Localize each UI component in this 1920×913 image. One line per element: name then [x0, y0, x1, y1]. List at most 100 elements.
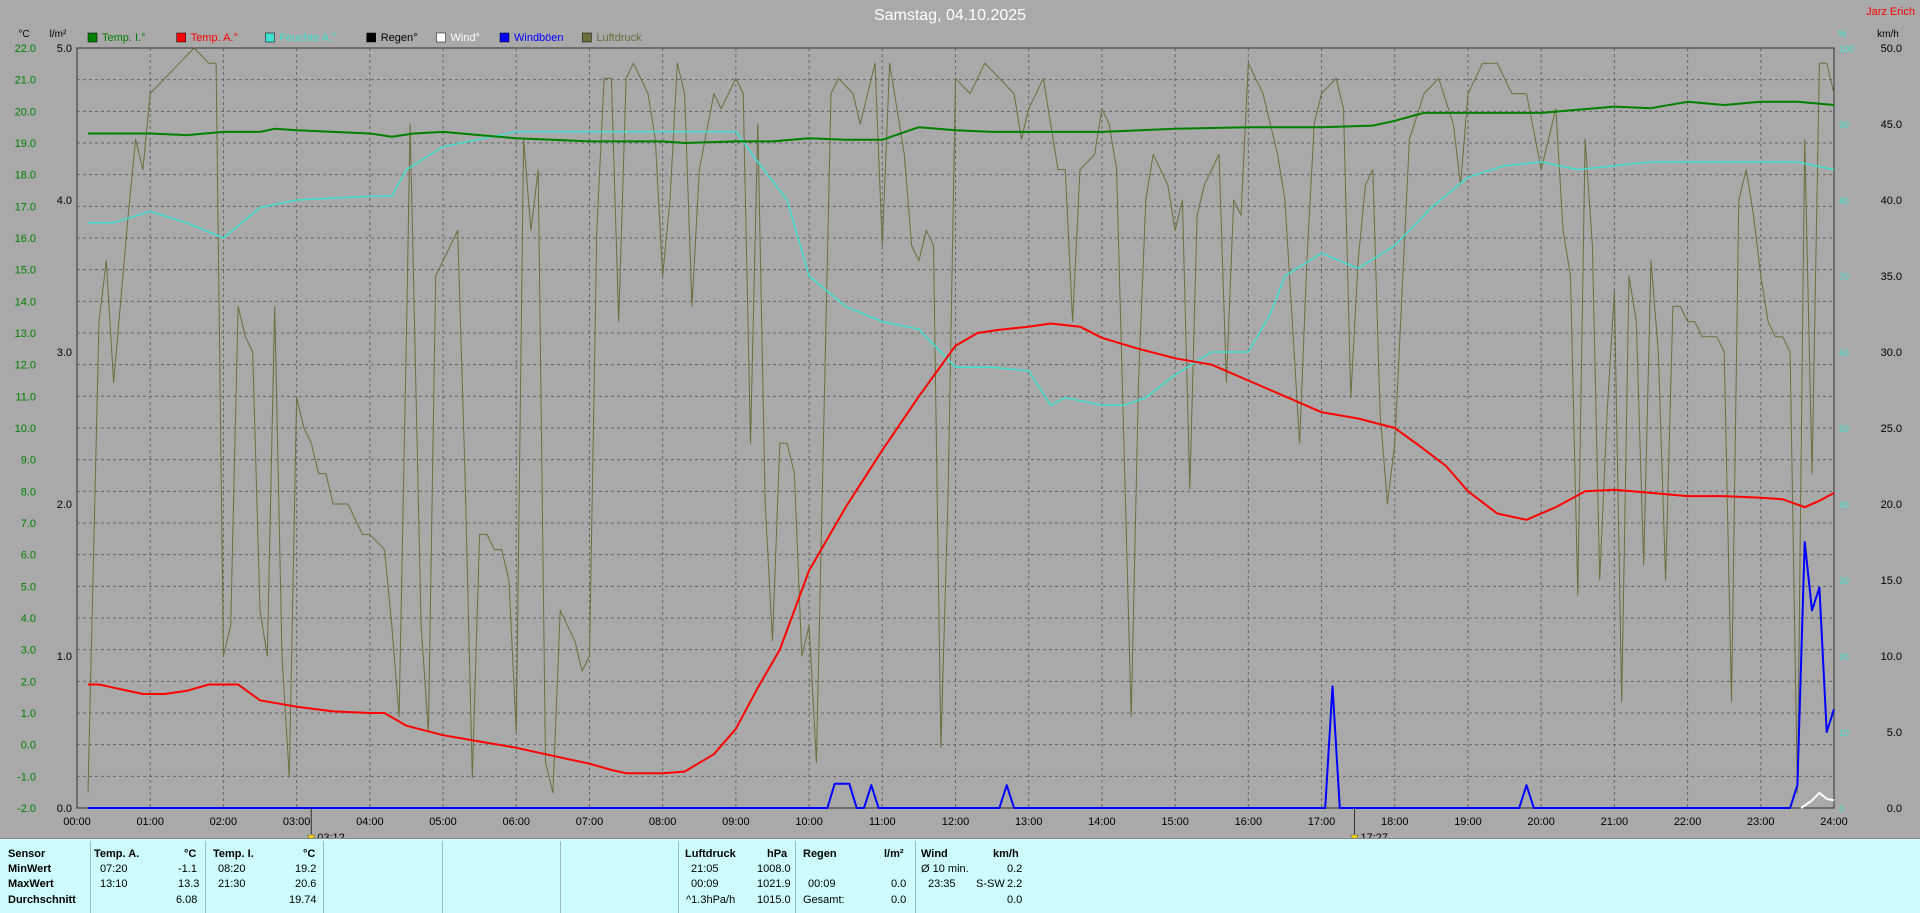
- wind-unit-label: km/h: [1877, 29, 1899, 40]
- pressure-min: 1008.0: [757, 863, 791, 875]
- legend-label: Feuchte A.°: [279, 32, 336, 44]
- x-tick-label: 23:00: [1747, 816, 1775, 828]
- rain-tick-label: 3.0: [57, 347, 72, 359]
- rain-max: 0.0: [891, 878, 907, 890]
- pressure-unit: hPa: [767, 848, 788, 860]
- x-tick-label: 10:00: [795, 816, 823, 828]
- temp-tick-label: 4.0: [21, 613, 36, 625]
- humidity-tick-label: 20: [1839, 652, 1849, 662]
- humidity-tick-label: 60: [1839, 348, 1849, 358]
- temp-tick-label: 19.0: [15, 138, 36, 150]
- divider: [560, 841, 561, 913]
- temp-i-avg: 19.74: [289, 894, 317, 906]
- temp-a-avg: 6.08: [176, 894, 198, 906]
- temp-i-max: 20.6: [295, 878, 317, 890]
- wind-last: 0.0: [1007, 894, 1023, 906]
- x-tick-label: 15:00: [1161, 816, 1189, 828]
- humidity-tick-label: 10: [1839, 728, 1849, 738]
- divider: [795, 841, 796, 913]
- temp-tick-label: 21.0: [15, 75, 36, 87]
- x-tick-label: 20:00: [1527, 816, 1555, 828]
- legend-label: Wind°: [451, 32, 480, 44]
- legend-swatch: [436, 32, 446, 43]
- x-tick-label: 08:00: [649, 816, 677, 828]
- x-tick-label: 01:00: [136, 816, 164, 828]
- x-tick-label: 19:00: [1454, 816, 1482, 828]
- x-tick-label: 06:00: [502, 816, 530, 828]
- temp-tick-label: 2.0: [21, 676, 36, 688]
- author-label: Jarz Erich: [1866, 6, 1915, 18]
- temp-tick-label: 8.0: [21, 486, 36, 498]
- temp-i-max-time: 21:30: [218, 878, 246, 890]
- x-tick-label: 24:00: [1820, 816, 1848, 828]
- humidity-tick-label: 30: [1839, 576, 1849, 586]
- wind-tick-label: 35.0: [1881, 271, 1902, 283]
- legend-label: Temp. I.°: [102, 32, 146, 44]
- temp-a-max: 13.3: [178, 878, 200, 890]
- avg-label: Durchschnitt: [8, 894, 76, 906]
- temp-tick-label: 7.0: [21, 518, 36, 530]
- temp-tick-label: -2.0: [17, 803, 36, 815]
- sensor-label: Sensor: [8, 848, 46, 860]
- x-tick-label: 11:00: [869, 816, 896, 828]
- chart-title: Samstag, 04.10.2025: [874, 7, 1026, 24]
- temp-tick-label: 11.0: [15, 391, 36, 403]
- rain-total-label: Gesamt:: [803, 894, 845, 906]
- wind-max-time: 23:35: [928, 878, 956, 890]
- temp-tick-label: 3.0: [21, 645, 36, 657]
- wind-avg-label: Ø 10 min.: [921, 863, 969, 875]
- humidity-unit-label: %: [1838, 29, 1847, 40]
- temp-tick-label: 13.0: [15, 328, 36, 340]
- temp-a-unit: °C: [184, 848, 197, 860]
- rain-tick-label: 1.0: [57, 651, 72, 663]
- wind-unit: km/h: [993, 848, 1019, 860]
- stats-table: Sensor MinWert MaxWert Durchschnitt Temp…: [0, 838, 1920, 913]
- x-tick-label: 05:00: [429, 816, 457, 828]
- chart: 00:00 01:00 02:00 03:00 04:00 05:00 06:00 07:00…: [15, 6, 1915, 838]
- rain-tick-label: 4.0: [57, 195, 72, 207]
- legend-label: Luftdruck: [596, 32, 642, 44]
- temp-tick-label: 0.0: [21, 740, 36, 752]
- pressure-trend: ^1.3hPa/h: [686, 894, 736, 906]
- wind-tick-label: 45.0: [1881, 119, 1902, 131]
- temp-tick-label: 20.0: [15, 106, 36, 118]
- rain-max-time: 00:09: [808, 878, 836, 890]
- legend-swatch: [176, 32, 186, 43]
- legend-label: Windböen: [514, 32, 564, 44]
- pressure-avg: 1015.0: [757, 894, 791, 906]
- temp-tick-label: 16.0: [15, 233, 36, 245]
- wind-tick-label: 25.0: [1881, 423, 1902, 435]
- divider: [678, 841, 679, 913]
- rain-unit: l/m²: [884, 848, 904, 860]
- x-tick-label: 03:00: [283, 816, 311, 828]
- temp-i-unit: °C: [303, 848, 316, 860]
- legend-label: Regen°: [381, 32, 418, 44]
- temp-tick-label: 1.0: [21, 708, 36, 720]
- temp-i-header: Temp. I.: [213, 848, 254, 860]
- x-tick-label: 00:00: [63, 816, 91, 828]
- wind-tick-label: 40.0: [1881, 195, 1902, 207]
- legend-swatch: [265, 32, 275, 43]
- rain-unit-label: l/m²: [50, 29, 67, 40]
- rain-tick-label: 5.0: [57, 43, 72, 55]
- rain-total: 0.0: [891, 894, 907, 906]
- max-label: MaxWert: [8, 878, 54, 890]
- temp-unit-label: °C: [18, 29, 29, 40]
- x-tick-label: 16:00: [1235, 816, 1263, 828]
- legend-label: Temp. A.°: [191, 32, 238, 44]
- humidity-tick-label: 70: [1839, 272, 1849, 282]
- temp-tick-label: 12.0: [15, 360, 36, 372]
- divider: [205, 841, 206, 913]
- temp-i-min: 19.2: [295, 863, 317, 875]
- temp-tick-label: -1.0: [17, 771, 36, 783]
- temp-tick-label: 6.0: [21, 550, 36, 562]
- humidity-tick-label: 0: [1839, 804, 1844, 814]
- legend-swatch: [499, 32, 510, 43]
- wind-header: Wind: [921, 848, 948, 860]
- temp-tick-label: 18.0: [15, 170, 36, 182]
- x-tick-label: 07:00: [576, 816, 604, 828]
- temp-tick-label: 5.0: [21, 581, 36, 593]
- wind-max: 2.2: [1007, 878, 1023, 890]
- wind-tick-label: 50.0: [1881, 43, 1902, 55]
- wind-tick-label: 15.0: [1881, 575, 1902, 587]
